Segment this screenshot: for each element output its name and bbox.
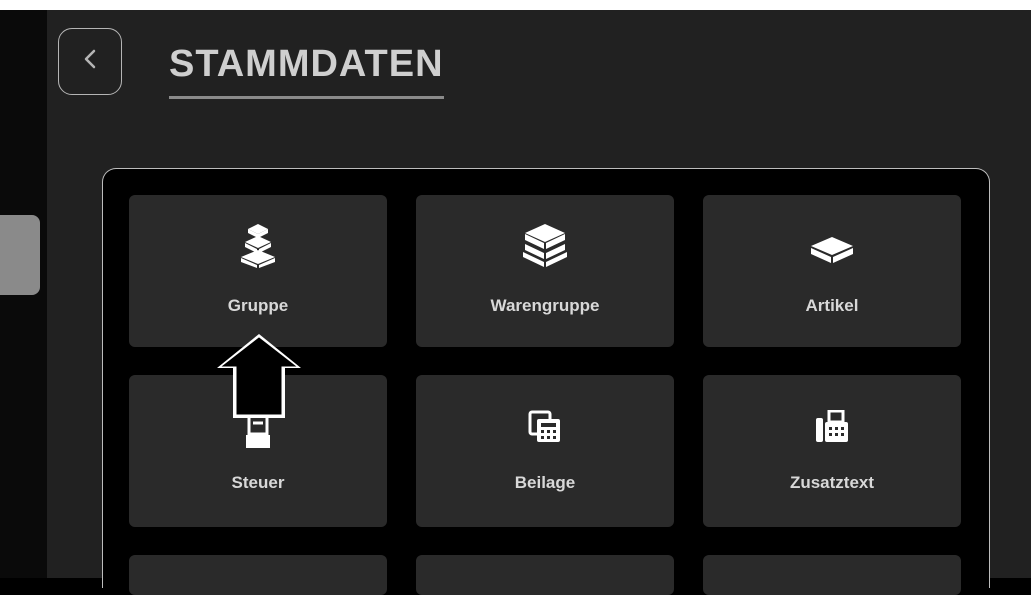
- tile-label: Steuer: [231, 473, 285, 492]
- tile-label: Zusatztext: [789, 473, 875, 492]
- tile-label: Gruppe: [227, 296, 289, 315]
- tile-beilage[interactable]: Beilage: [416, 375, 674, 527]
- box-stack-icon: [416, 222, 674, 268]
- side-drawer-handle[interactable]: [0, 215, 40, 295]
- stacked-boxes-icon: [129, 222, 387, 268]
- pointer-arrow-icon: [215, 332, 305, 427]
- tile-label: Warengruppe: [490, 296, 600, 315]
- top-edge: [0, 0, 1031, 10]
- tile-label: Beilage: [514, 473, 576, 492]
- tile-label: Artikel: [805, 296, 859, 315]
- tile-gruppe[interactable]: Gruppe: [129, 195, 387, 347]
- back-button[interactable]: [58, 28, 122, 95]
- chevron-left-icon: [83, 48, 97, 75]
- tile-warengruppe[interactable]: Warengruppe: [416, 195, 674, 347]
- tile-row3-2[interactable]: [416, 555, 674, 595]
- side-panel: [0, 10, 47, 578]
- tile-zusatztext[interactable]: Zusatztext: [703, 375, 961, 527]
- calculator-copy-icon: [416, 410, 674, 444]
- tile-artikel[interactable]: Artikel: [703, 195, 961, 347]
- main-area: STAMMDATEN Gruppe Warengruppe Artikel St…: [47, 10, 1031, 595]
- tile-row3-3[interactable]: [703, 555, 961, 595]
- page-title: STAMMDATEN: [169, 43, 444, 99]
- tile-row3-1[interactable]: [129, 555, 387, 595]
- fax-icon: [703, 410, 961, 444]
- box-icon: [703, 235, 961, 265]
